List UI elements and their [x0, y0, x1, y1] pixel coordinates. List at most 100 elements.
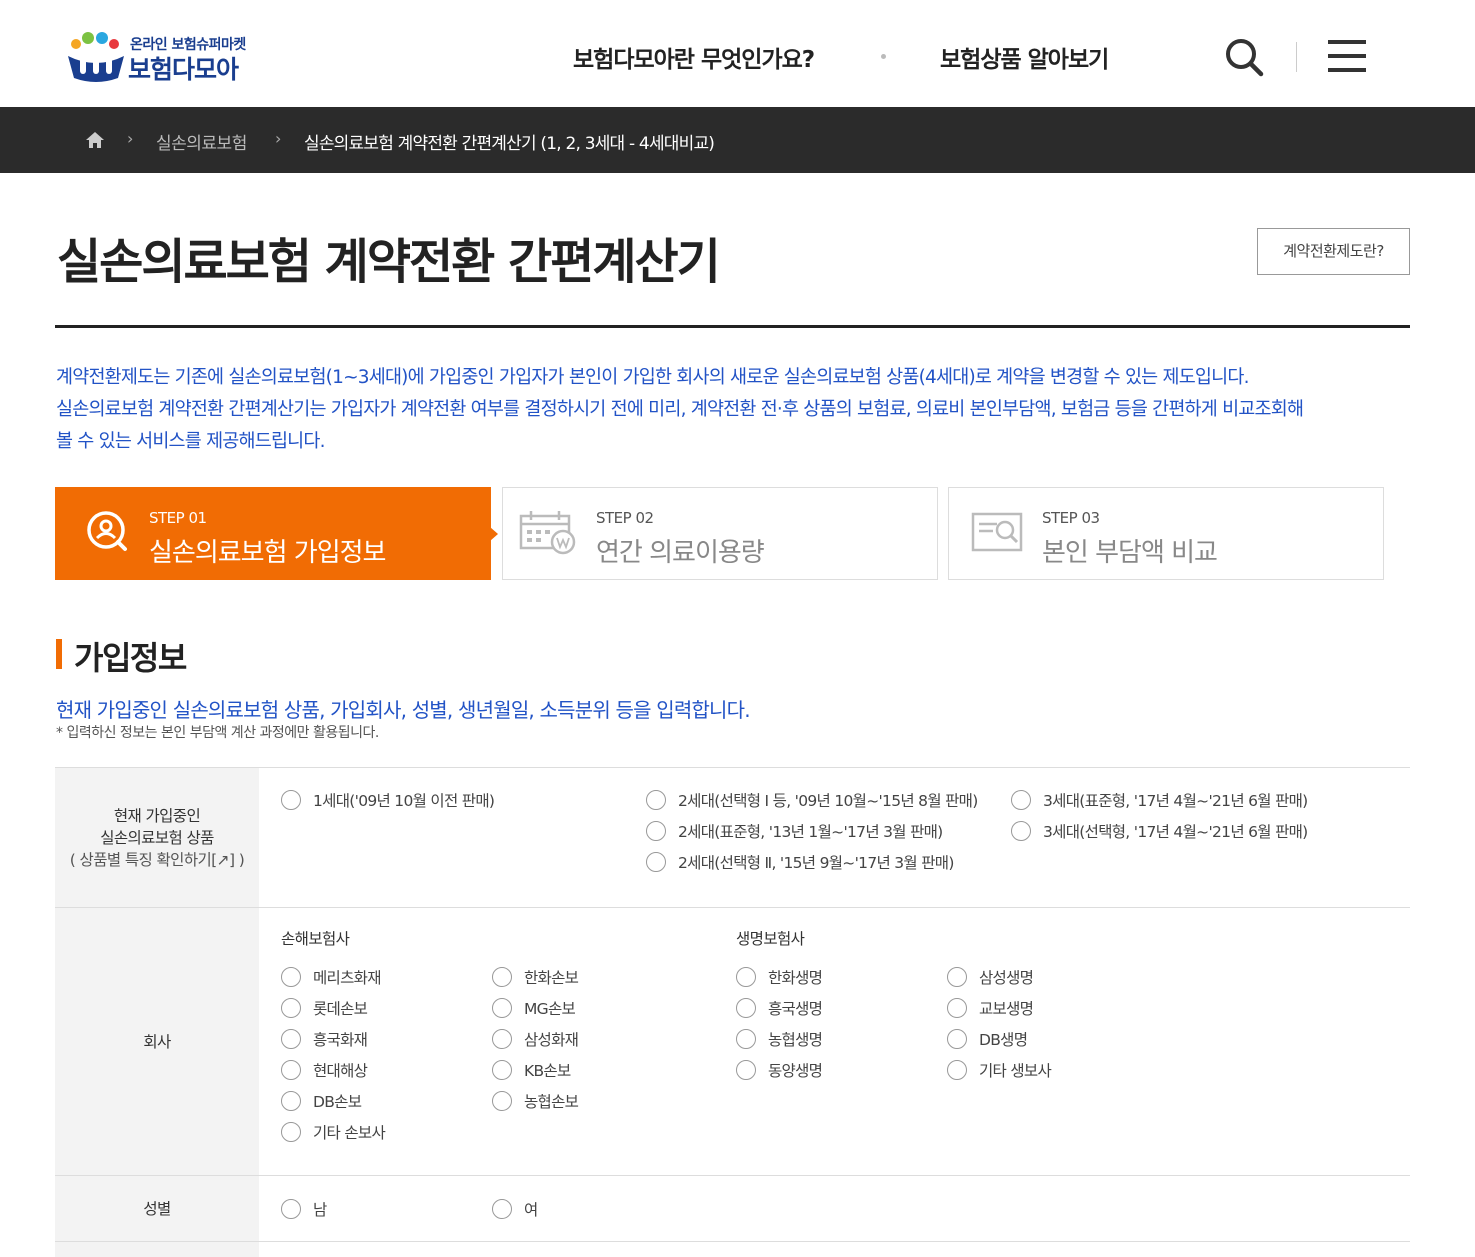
radio-company[interactable]: 농협손보: [492, 1090, 579, 1112]
radio-circle[interactable]: [736, 1029, 756, 1049]
radio-circle[interactable]: [736, 998, 756, 1018]
radio-label: 1세대('09년 10월 이전 판매): [313, 792, 495, 810]
radio-circle[interactable]: [646, 790, 666, 810]
radio-company[interactable]: KB손보: [492, 1059, 571, 1081]
form-row-gender: 성별 남 여: [55, 1175, 1410, 1241]
radio-label: 농협생명: [768, 1031, 823, 1049]
radio-label: DB손보: [313, 1093, 362, 1111]
radio-circle[interactable]: [492, 1199, 512, 1219]
document-search-icon: [971, 512, 1023, 552]
radio-circle[interactable]: [947, 1029, 967, 1049]
calendar-won-icon: [519, 511, 576, 555]
radio-company[interactable]: 기타 생보사: [947, 1059, 1052, 1081]
radio-label: 3세대(표준형, '17년 4월~'21년 6월 판매): [1043, 792, 1308, 810]
radio-gender-male[interactable]: 남: [281, 1198, 327, 1220]
radio-label: 농협손보: [524, 1093, 579, 1111]
radio-circle[interactable]: [736, 967, 756, 987]
radio-circle[interactable]: [281, 1122, 301, 1142]
radio-label: 기타 생보사: [979, 1062, 1052, 1080]
radio-company[interactable]: 농협생명: [736, 1028, 823, 1050]
contract-conversion-info-button[interactable]: 계약전환제도란?: [1257, 228, 1410, 275]
radio-company[interactable]: 현대해상: [281, 1059, 368, 1081]
radio-company[interactable]: 삼성생명: [947, 966, 1034, 988]
radio-circle[interactable]: [492, 998, 512, 1018]
logo-people-icon: [68, 32, 124, 82]
radio-company[interactable]: 롯데손보: [281, 997, 368, 1019]
section-marker: [56, 639, 62, 669]
radio-product-gen2-select2[interactable]: 2세대(선택형 Ⅱ, '15년 9월~'17년 3월 판매): [646, 851, 954, 873]
radio-product-gen2-standard[interactable]: 2세대(표준형, '13년 1월~'17년 3월 판매): [646, 820, 943, 842]
radio-label: 흥국생명: [768, 1000, 823, 1018]
radio-gender-female[interactable]: 여: [492, 1198, 538, 1220]
row-label-product: 현재 가입중인 실손의료보험 상품 ( 상품별 특징 확인하기[↗] ): [55, 768, 259, 907]
step-number: STEP 02: [596, 509, 654, 527]
radio-label: DB생명: [979, 1031, 1028, 1049]
radio-circle[interactable]: [492, 1091, 512, 1111]
radio-label: 롯데손보: [313, 1000, 368, 1018]
radio-label: MG손보: [524, 1000, 576, 1018]
radio-company[interactable]: 흥국화재: [281, 1028, 368, 1050]
step-3[interactable]: STEP 03 본인 부담액 비교: [948, 487, 1384, 580]
home-icon[interactable]: [85, 131, 105, 149]
radio-label: 기타 손보사: [313, 1124, 386, 1142]
step-name: 실손의료보험 가입정보: [149, 538, 386, 568]
radio-company[interactable]: 삼성화재: [492, 1028, 579, 1050]
radio-circle[interactable]: [281, 967, 301, 987]
nav-products[interactable]: 보험상품 알아보기: [940, 40, 1109, 74]
radio-product-gen3-select[interactable]: 3세대(선택형, '17년 4월~'21년 6월 판매): [1011, 820, 1308, 842]
radio-label: 한화생명: [768, 969, 823, 987]
radio-circle[interactable]: [1011, 821, 1031, 841]
form-row-next: [55, 1241, 1410, 1257]
radio-company[interactable]: DB손보: [281, 1090, 362, 1112]
radio-circle[interactable]: [947, 998, 967, 1018]
logo-title: 보험다모아: [128, 55, 239, 84]
hamburger-menu-icon[interactable]: [1328, 40, 1366, 74]
section-note: * 입력하신 정보는 본인 부담액 계산 과정에만 활용됩니다.: [56, 725, 379, 741]
radio-label: 2세대(선택형 Ⅱ, '15년 9월~'17년 3월 판매): [678, 854, 954, 872]
radio-company[interactable]: 동양생명: [736, 1059, 823, 1081]
breadcrumb: › 실손의료보험 › 실손의료보험 계약전환 간편계산기 (1, 2, 3세대 …: [0, 107, 1475, 173]
radio-circle[interactable]: [281, 790, 301, 810]
radio-circle[interactable]: [646, 852, 666, 872]
step-2[interactable]: STEP 02 연간 의료이용량: [502, 487, 938, 580]
nav-about[interactable]: 보험다모아란 무엇인가요?: [573, 40, 815, 74]
radio-circle[interactable]: [281, 1060, 301, 1080]
site-logo[interactable]: 온라인 보험슈퍼마켓 보험다모아: [66, 30, 266, 84]
step-1[interactable]: STEP 01 실손의료보험 가입정보: [55, 487, 498, 580]
radio-label: 여: [524, 1201, 538, 1219]
radio-company[interactable]: 한화생명: [736, 966, 823, 988]
radio-company[interactable]: MG손보: [492, 997, 576, 1019]
radio-circle[interactable]: [492, 967, 512, 987]
radio-circle[interactable]: [281, 1091, 301, 1111]
description-line: 볼 수 있는 서비스를 제공해드립니다.: [56, 431, 326, 452]
radio-circle[interactable]: [947, 1060, 967, 1080]
section-title: 가입정보: [74, 639, 187, 677]
radio-product-gen1[interactable]: 1세대('09년 10월 이전 판매): [281, 789, 495, 811]
radio-company[interactable]: 교보생명: [947, 997, 1034, 1019]
radio-company[interactable]: 흥국생명: [736, 997, 823, 1019]
search-icon[interactable]: [1224, 37, 1264, 77]
radio-company[interactable]: DB생명: [947, 1028, 1028, 1050]
radio-product-gen2-select1[interactable]: 2세대(선택형 Ⅰ 등, '09년 10월~'15년 8월 판매): [646, 789, 978, 811]
breadcrumb-level1[interactable]: 실손의료보험: [156, 129, 247, 154]
radio-circle[interactable]: [1011, 790, 1031, 810]
radio-circle[interactable]: [492, 1060, 512, 1080]
breadcrumb-current[interactable]: 실손의료보험 계약전환 간편계산기 (1, 2, 3세대 - 4세대비교): [304, 129, 715, 154]
radio-circle[interactable]: [281, 1199, 301, 1219]
radio-circle[interactable]: [281, 998, 301, 1018]
radio-circle[interactable]: [281, 1029, 301, 1049]
radio-company[interactable]: 한화손보: [492, 966, 579, 988]
product-features-link[interactable]: ( 상품별 특징 확인하기[↗] ): [70, 849, 245, 871]
radio-circle[interactable]: [736, 1060, 756, 1080]
header-divider: [1296, 42, 1297, 72]
search-person-icon: [87, 511, 127, 551]
radio-circle[interactable]: [947, 967, 967, 987]
breadcrumb-chevron-icon: ›: [127, 129, 134, 148]
radio-circle[interactable]: [492, 1029, 512, 1049]
radio-company[interactable]: 메리츠화재: [281, 966, 382, 988]
row-label-next: [55, 1242, 259, 1257]
radio-label: 동양생명: [768, 1062, 823, 1080]
radio-company[interactable]: 기타 손보사: [281, 1121, 386, 1143]
radio-product-gen3-standard[interactable]: 3세대(표준형, '17년 4월~'21년 6월 판매): [1011, 789, 1308, 811]
radio-circle[interactable]: [646, 821, 666, 841]
